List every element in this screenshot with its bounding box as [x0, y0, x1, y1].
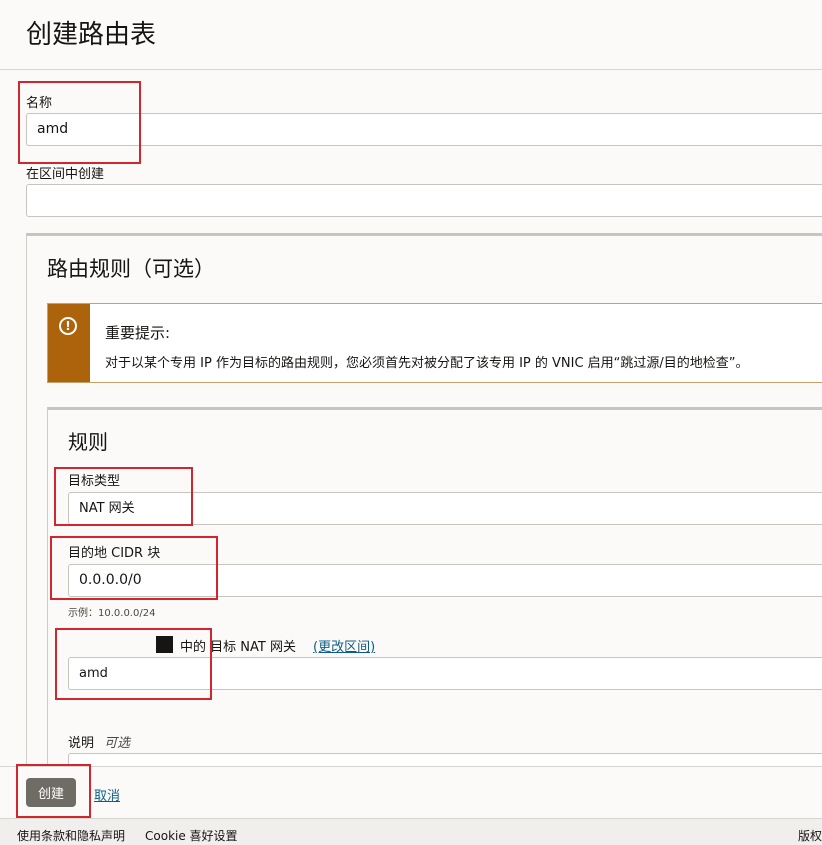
exclamation-circle-icon: !	[59, 317, 77, 335]
page-header: 创建路由表	[0, 0, 822, 70]
compartment-swatch-icon	[156, 636, 173, 653]
copyright-text: 版权	[798, 829, 822, 843]
cancel-link[interactable]: 取消	[94, 785, 120, 804]
dest-cidr-label: 目的地 CIDR 块	[68, 546, 161, 561]
page-title: 创建路由表	[26, 20, 157, 50]
route-rules-title: 路由规则（可选）	[47, 257, 215, 281]
important-notice: ! 重要提示: 对于以某个专用 IP 作为目标的路由规则，您必须首先对被分配了该…	[47, 303, 822, 383]
create-route-table-form: 名称 amd 在区间中创建 路由规则（可选） ! 重要提示: 对于以某个专用 I…	[0, 70, 822, 766]
compartment-select[interactable]	[26, 184, 822, 217]
notice-body: 对于以某个专用 IP 作为目标的路由规则，您必须首先对被分配了该专用 IP 的 …	[105, 356, 749, 371]
target-type-label: 目标类型	[68, 474, 121, 489]
description-label-text: 说明	[68, 736, 95, 751]
bottom-bar: 使用条款和隐私声明 Cookie 喜好设置 版权	[0, 818, 822, 845]
target-type-select[interactable]: NAT 网关	[68, 492, 822, 525]
notice-bar: !	[48, 304, 90, 382]
description-label: 说明 可选	[68, 732, 130, 751]
change-compartment-link[interactable]: (更改区间)	[313, 636, 375, 655]
dest-cidr-input[interactable]: 0.0.0.0/0	[68, 564, 822, 597]
action-bar	[0, 766, 822, 819]
name-label: 名称	[26, 96, 53, 111]
name-input[interactable]: amd	[26, 113, 822, 146]
notice-title: 重要提示:	[105, 324, 171, 342]
terms-link[interactable]: 使用条款和隐私声明	[17, 827, 125, 844]
description-optional: 可选	[104, 736, 131, 751]
create-button[interactable]: 创建	[26, 778, 76, 807]
dest-cidr-hint: 示例：10.0.0.0/24	[68, 608, 156, 619]
rule-title: 规则	[68, 430, 108, 454]
compartment-label: 在区间中创建	[26, 167, 105, 182]
cookie-preferences-link[interactable]: Cookie 喜好设置	[145, 827, 238, 844]
target-nat-gateway-select[interactable]: amd	[68, 657, 822, 690]
description-input[interactable]	[68, 753, 822, 766]
target-nat-label: 中的 目标 NAT 网关	[180, 640, 296, 655]
